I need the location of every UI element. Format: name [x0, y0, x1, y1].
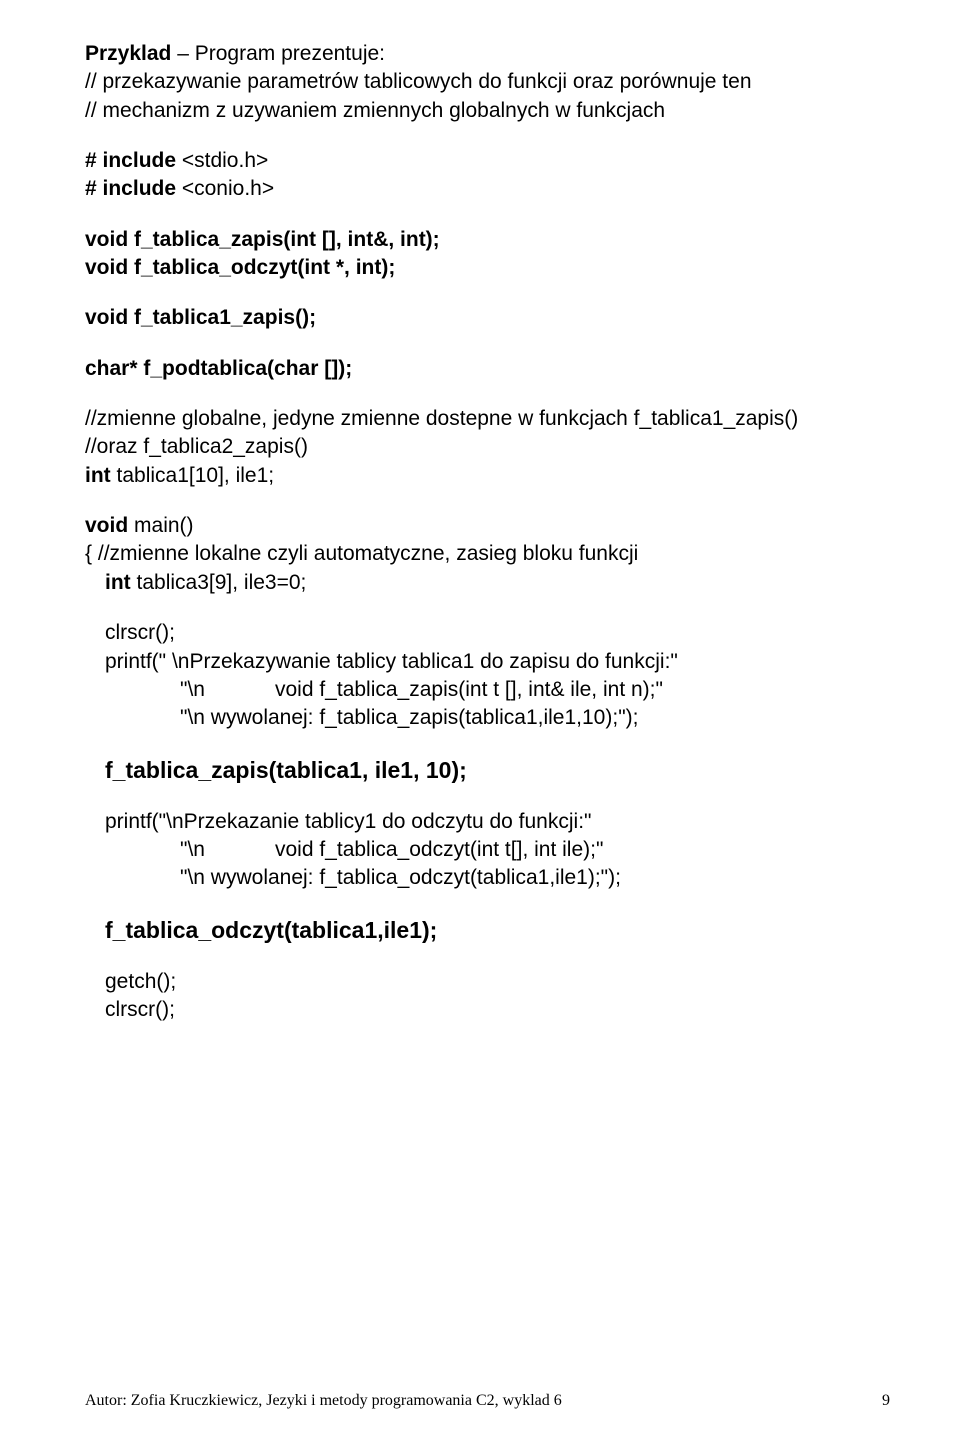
heading-word: Przyklad	[85, 42, 171, 65]
comment-line: // mechanizm z uzywaniem zmiennych globa…	[85, 97, 890, 125]
func-sig: void main()	[85, 512, 890, 540]
comment-inline: //zmienne lokalne czyli automatyczne, za…	[98, 542, 638, 565]
page-number: 9	[882, 1392, 890, 1410]
include-file: <stdio.h>	[182, 149, 268, 172]
include-directive: # include	[85, 177, 182, 200]
footer-author: Autor: Zofia Kruczkiewicz, Jezyki i meto…	[85, 1392, 562, 1410]
stmt-cont: "\n wywolanej: f_tablica_odczyt(tablica1…	[85, 864, 890, 892]
var-decl: int tablica3[9], ile3=0;	[85, 569, 890, 597]
decl-line: void f_tablica_zapis(int [], int&, int);	[85, 226, 890, 254]
heading-rest: – Program prezentuje:	[171, 42, 385, 65]
brace: {	[85, 542, 98, 565]
stmt: printf(" \nPrzekazywanie tablicy tablica…	[85, 648, 890, 676]
include-directive: # include	[85, 149, 182, 172]
body-open: { //zmienne lokalne czyli automatyczne, …	[85, 540, 890, 568]
call-bold: f_tablica_zapis(tablica1, ile1, 10);	[85, 755, 890, 786]
type-keyword: int	[85, 464, 117, 487]
comment-line: //oraz f_tablica2_zapis()	[85, 433, 890, 461]
func-name: main()	[134, 514, 194, 537]
decl-line: char* f_podtablica(char []);	[85, 355, 890, 383]
document-page: Przyklad – Program prezentuje: // przeka…	[0, 0, 960, 1440]
stmt: clrscr();	[85, 996, 890, 1024]
stmt: printf("\nPrzekazanie tablicy1 do odczyt…	[85, 808, 890, 836]
stmt-cont: "\n wywolanej: f_tablica_zapis(tablica1,…	[85, 704, 890, 732]
include-line: # include <conio.h>	[85, 175, 890, 203]
var-decl: int tablica1[10], ile1;	[85, 462, 890, 490]
stmt-cont: "\n void f_tablica_odczyt(int t[], int i…	[85, 836, 890, 864]
include-line: # include <stdio.h>	[85, 147, 890, 175]
var-names: tablica1[10], ile1;	[117, 464, 275, 487]
page-footer: Autor: Zofia Kruczkiewicz, Jezyki i meto…	[85, 1392, 890, 1410]
var-names: tablica3[9], ile3=0;	[137, 571, 307, 594]
comment-line: //zmienne globalne, jedyne zmienne doste…	[85, 405, 890, 433]
call-bold: f_tablica_odczyt(tablica1,ile1);	[85, 915, 890, 946]
decl-line: void f_tablica_odczyt(int *, int);	[85, 254, 890, 282]
include-file: <conio.h>	[182, 177, 274, 200]
stmt: getch();	[85, 968, 890, 996]
heading-line: Przyklad – Program prezentuje:	[85, 40, 890, 68]
comment-line: // przekazywanie parametrów tablicowych …	[85, 68, 890, 96]
type-keyword: int	[105, 571, 137, 594]
decl-line: void f_tablica1_zapis();	[85, 304, 890, 332]
type-keyword: void	[85, 514, 134, 537]
stmt: clrscr();	[85, 619, 890, 647]
stmt-cont: "\n void f_tablica_zapis(int t [], int& …	[85, 676, 890, 704]
